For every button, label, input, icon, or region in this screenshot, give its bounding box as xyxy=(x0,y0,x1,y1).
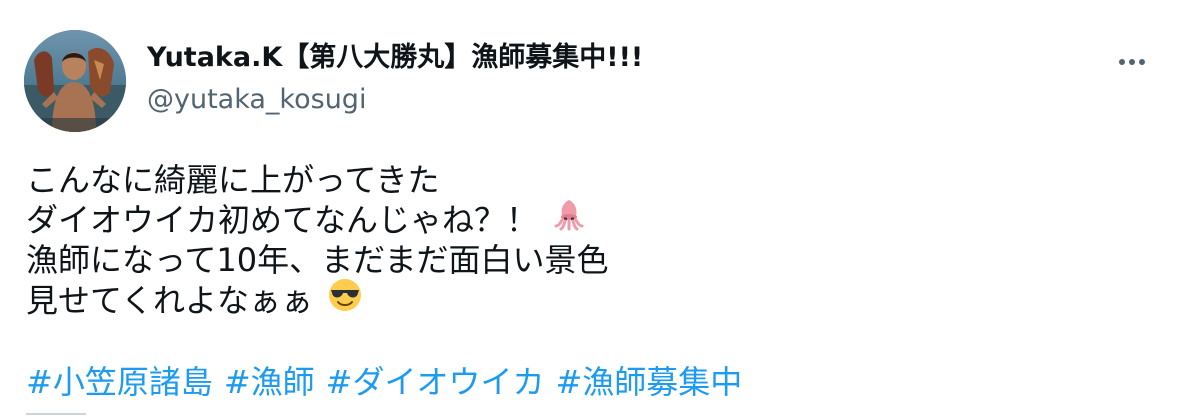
user-avatar[interactable] xyxy=(24,30,126,132)
hashtag-link[interactable]: #ダイオウイカ xyxy=(326,363,545,401)
tweet-text-line: 見せてくれよなぁぁ xyxy=(26,277,608,322)
tweet-text-line: ダイオウイカ初めてなんじゃね？！ xyxy=(26,198,608,241)
hashtag-list: #小笠原諸島 #漁師 #ダイオウイカ #漁師募集中 xyxy=(26,362,753,402)
tweet-line-2: ダイオウイカ初めてなんじゃね？！ xyxy=(26,201,539,239)
tweet-text-line: こんなに綺麗に上がってきた xyxy=(26,160,608,200)
tweet-text-line: 漁師になって10年、まだまだ面白い景色 xyxy=(26,240,608,280)
tweet-card: Yutaka.K【第八大勝丸】漁師募集中!!! @yutaka_kosugi こ… xyxy=(0,0,1180,418)
smiling-face-with-sunglasses-icon xyxy=(327,277,363,322)
more-horizontal-icon-dot xyxy=(1139,59,1145,65)
tweet-author: Yutaka.K【第八大勝丸】漁師募集中!!! @yutaka_kosugi xyxy=(147,40,643,118)
more-horizontal-icon xyxy=(1119,59,1125,65)
tweet-text: こんなに綺麗に上がってきた ダイオウイカ初めてなんじゃね？！ 漁師になって10年… xyxy=(26,160,608,320)
more-options-button[interactable] xyxy=(1112,48,1152,76)
avatar-photo xyxy=(24,30,126,132)
author-display-name[interactable]: Yutaka.K【第八大勝丸】漁師募集中!!! xyxy=(147,40,643,76)
truncated-line xyxy=(26,413,86,418)
squid-emoji-icon xyxy=(552,198,586,241)
more-horizontal-icon-dot xyxy=(1129,59,1135,65)
author-handle[interactable]: @yutaka_kosugi xyxy=(147,82,643,118)
tweet-line-1: こんなに綺麗に上がってきた xyxy=(26,161,440,199)
tweet-line-4: 見せてくれよなぁぁ xyxy=(26,281,314,320)
truncated-content xyxy=(26,404,106,418)
hashtag-link[interactable]: #漁師募集中 xyxy=(555,363,742,401)
tweet-line-3: 漁師になって10年、まだまだ面白い景色 xyxy=(26,241,609,279)
hashtag-link[interactable]: #小笠原諸島 xyxy=(26,363,213,401)
hashtag-link[interactable]: #漁師 xyxy=(224,363,315,401)
